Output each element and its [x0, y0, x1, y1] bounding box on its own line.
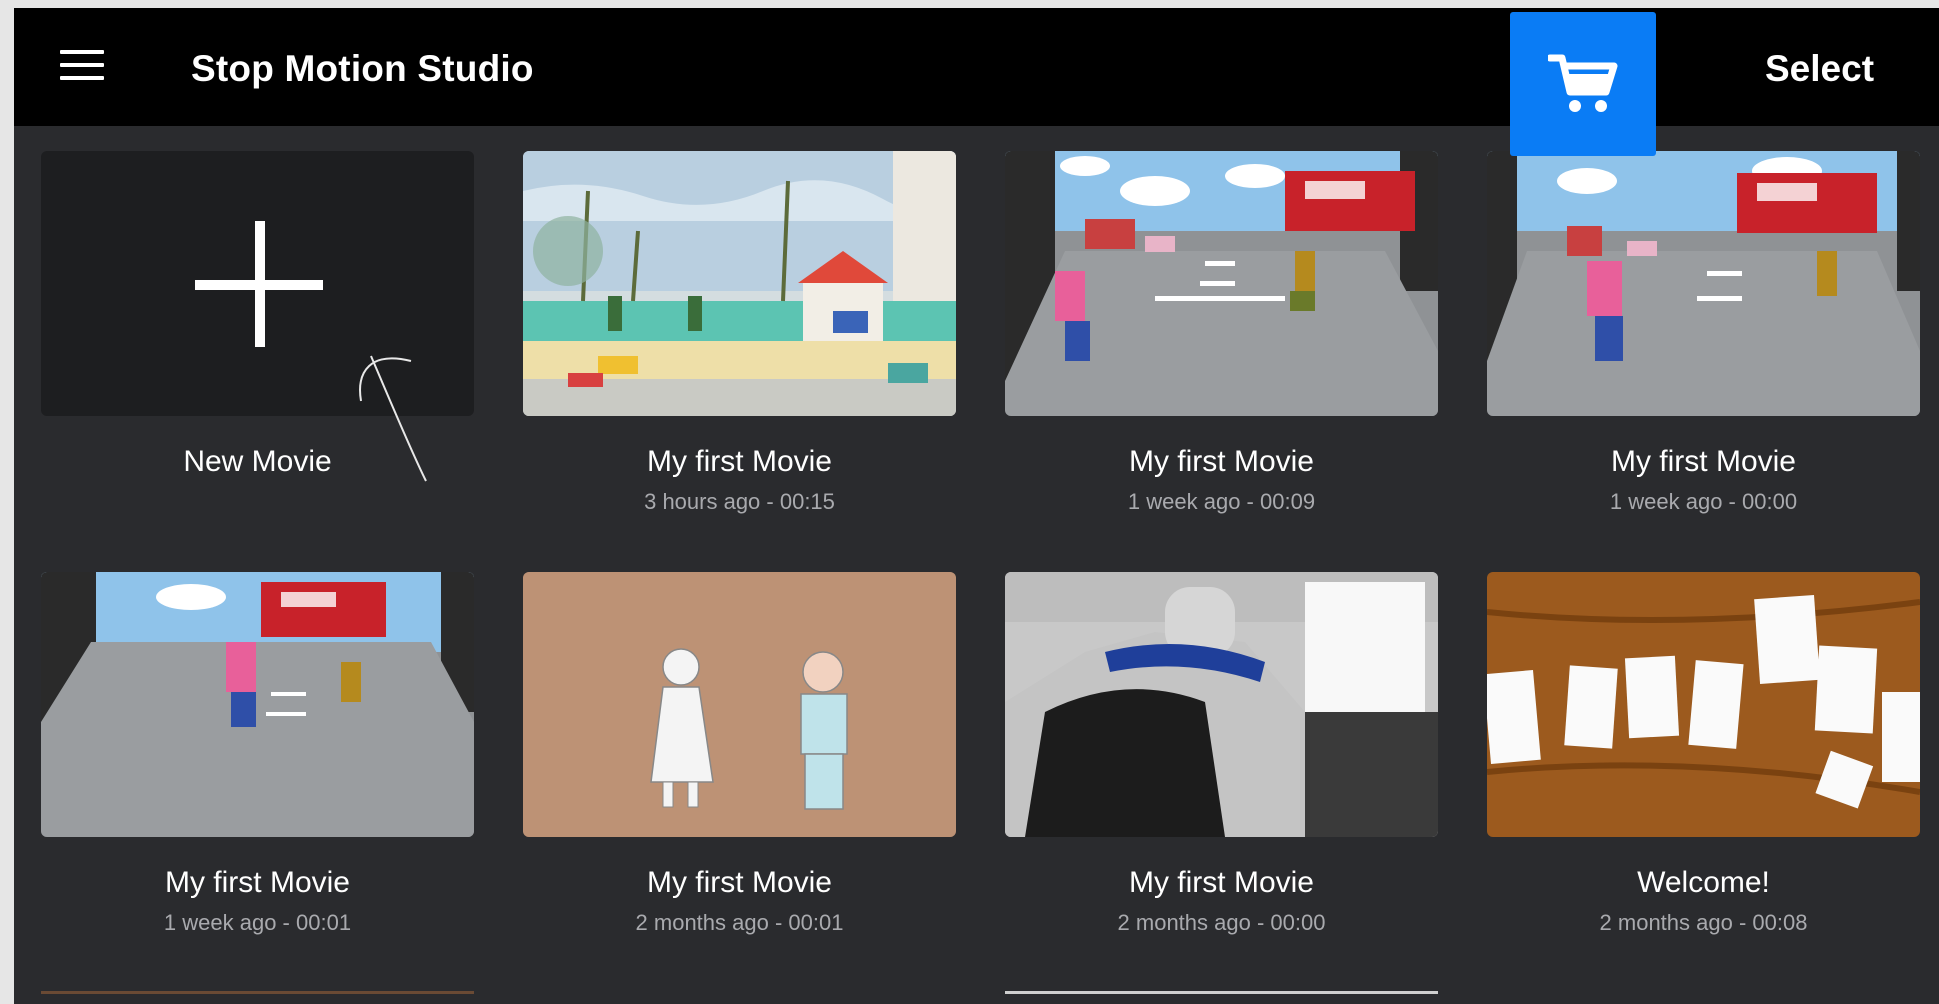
movie-thumbnail[interactable] [1005, 151, 1438, 416]
new-movie-card[interactable]: New Movie [41, 151, 474, 482]
card-title: My first Movie [1610, 445, 1796, 478]
card-meta: 3 hours ago - 00:15 [644, 489, 835, 514]
card-meta: 1 week ago - 00:00 [1609, 489, 1798, 514]
card-title: My first Movie [1128, 445, 1314, 478]
card-title: My first Movie [1128, 866, 1314, 899]
card-meta: 2 months ago - 00:00 [1117, 910, 1326, 935]
card-meta: 2 months ago - 00:01 [635, 910, 844, 935]
movie-thumbnail[interactable] [523, 151, 956, 416]
card-title: My first Movie [164, 866, 350, 899]
select-button[interactable]: Select [1765, 48, 1874, 90]
movie-thumbnail[interactable] [523, 572, 956, 837]
movie-card[interactable]: My first Movie 1 week ago - 00:09 [1005, 151, 1438, 514]
movie-card[interactable]: Welcome! 2 months ago - 00:08 [1487, 572, 1920, 935]
movie-thumbnail[interactable] [1005, 572, 1438, 837]
card-title: Welcome! [1637, 866, 1770, 899]
app-title: Stop Motion Studio [191, 48, 534, 89]
shopping-cart-icon [1548, 54, 1618, 112]
hamburger-menu-icon[interactable] [60, 48, 104, 82]
movie-thumbnail[interactable] [1487, 151, 1920, 416]
movie-card[interactable]: My first Movie 1 week ago - 00:01 [41, 572, 474, 935]
card-title: My first Movie [646, 445, 832, 478]
movie-thumbnail[interactable] [1487, 572, 1920, 837]
next-row-thumbnail-edge [1005, 991, 1438, 994]
card-title: New Movie [183, 445, 332, 478]
movie-card[interactable]: My first Movie 2 months ago - 00:01 [523, 572, 956, 935]
movie-card[interactable]: My first Movie 3 hours ago - 00:15 [523, 151, 956, 514]
movie-card[interactable]: My first Movie 1 week ago - 00:00 [1487, 151, 1920, 514]
card-meta: 2 months ago - 00:08 [1599, 910, 1808, 935]
movie-card[interactable]: My first Movie 2 months ago - 00:00 [1005, 572, 1438, 935]
card-meta: 1 week ago - 00:09 [1127, 489, 1316, 514]
next-row-thumbnail-edge [41, 991, 474, 994]
app-window: Stop Motion Studio Select New Movie My f… [14, 8, 1939, 1004]
card-meta: 1 week ago - 00:01 [163, 910, 352, 935]
card-title: My first Movie [646, 866, 832, 899]
store-button[interactable] [1510, 12, 1656, 156]
movie-thumbnail[interactable] [41, 572, 474, 837]
plus-icon-bar [195, 280, 323, 290]
